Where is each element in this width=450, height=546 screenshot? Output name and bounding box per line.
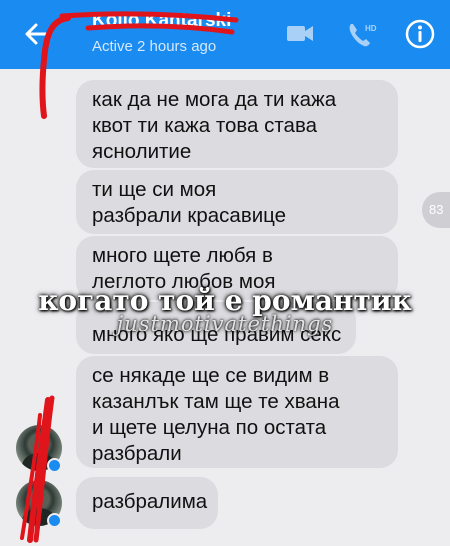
info-icon[interactable] xyxy=(404,18,436,50)
back-arrow-icon[interactable] xyxy=(22,20,50,48)
phone-hd-icon[interactable]: HD xyxy=(345,20,377,50)
message-bubble[interactable]: ти ще си моя разбрали красавице xyxy=(76,170,398,234)
active-status: Active 2 hours ago xyxy=(92,38,217,55)
message-bubble[interactable]: как да не мога да ти кажа квот ти кажа т… xyxy=(76,80,398,168)
svg-text:HD: HD xyxy=(365,24,377,33)
messenger-badge-icon xyxy=(47,513,62,528)
watermark: justmotivatethings xyxy=(116,312,334,336)
contact-name[interactable]: Kolio Kantarski xyxy=(92,10,231,32)
messenger-badge-icon xyxy=(47,458,62,473)
message-bubble[interactable]: разбралима xyxy=(76,477,218,529)
video-camera-icon[interactable] xyxy=(285,20,315,46)
message-bubble[interactable]: се някаде ще се видим в казанлък там ще … xyxy=(76,356,398,468)
unread-count-badge[interactable]: 83 xyxy=(422,192,450,228)
chat-header: Kolio Kantarski Active 2 hours ago HD xyxy=(0,0,450,69)
